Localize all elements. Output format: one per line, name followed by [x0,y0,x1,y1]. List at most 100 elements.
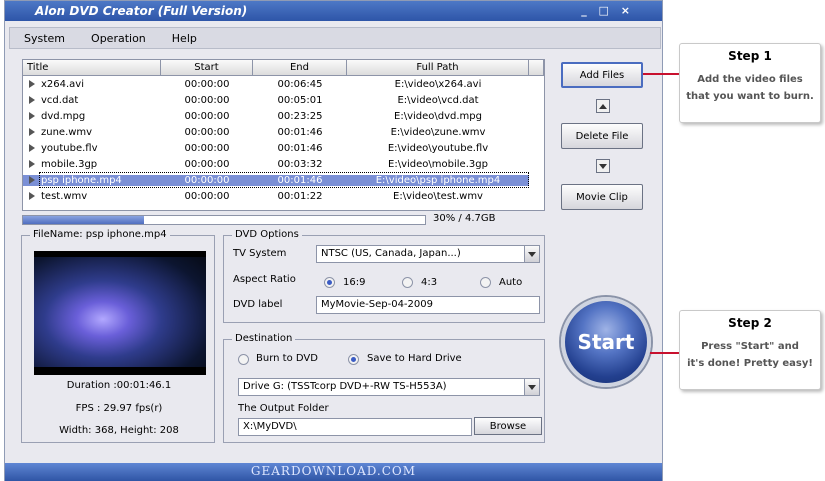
header-start[interactable]: Start [161,60,253,75]
play-arrow-icon [29,112,35,120]
play-arrow-icon [29,176,35,184]
file-path: E:\video\mobile.3gp [388,158,488,170]
tv-system-select[interactable]: NTSC (US, Canada, Japan...) [316,245,540,263]
duration-text: Duration :00:01:46.1 [66,380,172,391]
file-end: 00:01:46 [253,174,347,186]
file-list-header: Title Start End Full Path [23,60,544,76]
file-start: 00:00:00 [184,158,230,170]
aspect-16-9-label: 16:9 [343,277,366,288]
file-start: 00:00:00 [184,78,230,90]
aspect-4-3-label: 4:3 [421,277,438,288]
file-row[interactable]: vcd.dat 00:00:00 00:05:01 E:\video\vcd.dat [23,92,544,108]
app-window: Alon DVD Creator (Full Version) _ □ × Sy… [4,0,663,481]
header-end[interactable]: End [253,60,347,75]
capacity-progress-text: 30% / 4.7GB [433,213,496,224]
menu-operation[interactable]: Operation [91,32,146,45]
video-preview [34,251,206,375]
file-path: E:\video\vcd.dat [397,94,479,106]
dvd-options-legend: DVD Options [232,229,302,240]
aspect-auto-radio[interactable] [480,277,491,288]
start-button[interactable]: Start [561,297,651,387]
menu-system[interactable]: System [24,32,65,45]
file-row[interactable]: mobile.3gp 00:00:00 00:03:32 E:\video\mobil… [23,156,544,172]
burn-to-dvd-label: Burn to DVD [256,353,318,364]
file-name-label: FileName: psp iphone.mp4 [30,229,170,240]
dimensions-text: Width: 368, Height: 208 [59,425,179,436]
drive-value: Drive G: (TSSTcorp DVD+-RW TS-H553A) [243,381,447,392]
step2-heading: Step 2 [728,316,772,330]
file-row[interactable]: youtube.flv 00:00:00 00:01:46 E:\video\yout… [23,140,544,156]
play-arrow-icon [29,128,35,136]
file-row[interactable]: psp iphone.mp4 00:00:00 00:01:46 E:\video\p… [23,172,544,188]
file-path: E:\video\psp iphone.mp4 [347,174,529,186]
file-row[interactable]: dvd.mpg 00:00:00 00:23:25 E:\video\dvd.mpg [23,108,544,124]
browse-button[interactable]: Browse [474,417,542,435]
fps-text: FPS : 29.97 fps(r) [75,403,163,414]
play-arrow-icon [29,96,35,104]
step2-connector [650,352,679,354]
play-arrow-icon [29,160,35,168]
file-row[interactable]: zune.wmv 00:00:00 00:01:46 E:\video\zune.wm… [23,124,544,140]
dvd-label-input[interactable]: MyMovie-Sep-04-2009 [316,296,540,314]
file-path: E:\video\x264.avi [394,78,482,90]
step2-line1: Press "Start" and [701,341,799,352]
step2-callout: Step 2 Press "Start" and it's done! Pret… [679,310,821,390]
move-down-button[interactable] [596,159,610,173]
drive-select[interactable]: Drive G: (TSSTcorp DVD+-RW TS-H553A) [238,378,540,396]
save-to-hard-drive-label: Save to Hard Drive [367,353,462,364]
chevron-down-icon[interactable] [524,246,539,262]
movie-clip-button[interactable]: Movie Clip [561,184,643,210]
file-end: 00:23:25 [277,110,323,122]
window-controls[interactable]: _ □ × [581,4,634,17]
file-path: E:\video\test.wmv [393,190,483,202]
header-full-path[interactable]: Full Path [347,60,529,75]
move-up-button[interactable] [596,99,610,113]
file-path: E:\video\youtube.flv [387,142,489,154]
file-path: E:\video\dvd.mpg [394,110,482,122]
file-end: 00:03:32 [277,158,323,170]
dvd-options-group: DVD Options TV System NTSC (US, Canada, … [223,229,545,323]
chevron-down-icon[interactable] [524,379,539,395]
step1-heading: Step 1 [728,49,772,63]
capacity-progress-bar [22,215,426,225]
destination-group: Destination Burn to DVD Save to Hard Dri… [223,333,545,443]
window-title: Alon DVD Creator (Full Version) [35,4,248,18]
file-title: vcd.dat [41,94,79,106]
aspect-4-3-radio[interactable] [402,277,413,288]
watermark-footer: GEARDOWNLOAD.COM [5,463,662,481]
file-info-group: FileName: psp iphone.mp4 Duration :00:01… [21,229,215,443]
file-title: test.wmv [41,190,88,202]
delete-file-button[interactable]: Delete File [561,123,643,149]
header-title[interactable]: Title [23,60,161,75]
arrow-down-icon [599,163,607,169]
aspect-16-9-radio[interactable] [324,277,335,288]
output-folder-input[interactable]: X:\MyDVD\ [238,418,472,436]
file-title: mobile.3gp [41,158,98,170]
destination-legend: Destination [232,333,296,344]
file-end: 00:01:22 [277,190,323,202]
output-folder-label: The Output Folder [238,403,329,414]
file-title: zune.wmv [41,126,93,138]
file-row[interactable]: x264.avi 00:00:00 00:06:45 E:\video\x264.av… [23,76,544,92]
file-path: E:\video\zune.wmv [390,126,486,138]
file-end: 00:05:01 [277,94,323,106]
file-start: 00:00:00 [184,190,230,202]
burn-to-dvd-radio[interactable] [238,354,249,365]
step1-line1: Add the video files [697,74,803,85]
file-row[interactable]: test.wmv 00:00:00 00:01:22 E:\video\test.wm… [23,188,544,204]
save-to-hard-drive-radio[interactable] [348,354,359,365]
play-arrow-icon [29,80,35,88]
file-end: 00:01:46 [277,126,323,138]
title-bar: Alon DVD Creator (Full Version) _ □ × [5,1,662,21]
menu-help[interactable]: Help [172,32,197,45]
file-title: dvd.mpg [41,110,86,122]
aspect-ratio-label: Aspect Ratio [233,274,296,285]
tv-system-label: TV System [233,248,287,259]
file-list[interactable]: Title Start End Full Path x264.avi 00:00:… [22,59,545,211]
arrow-up-icon [599,103,607,109]
capacity-progress-fill [23,216,144,224]
tv-system-value: NTSC (US, Canada, Japan...) [321,248,461,259]
add-files-button[interactable]: Add Files [561,62,643,88]
header-extra [529,60,544,75]
file-start: 00:00:00 [184,94,230,106]
